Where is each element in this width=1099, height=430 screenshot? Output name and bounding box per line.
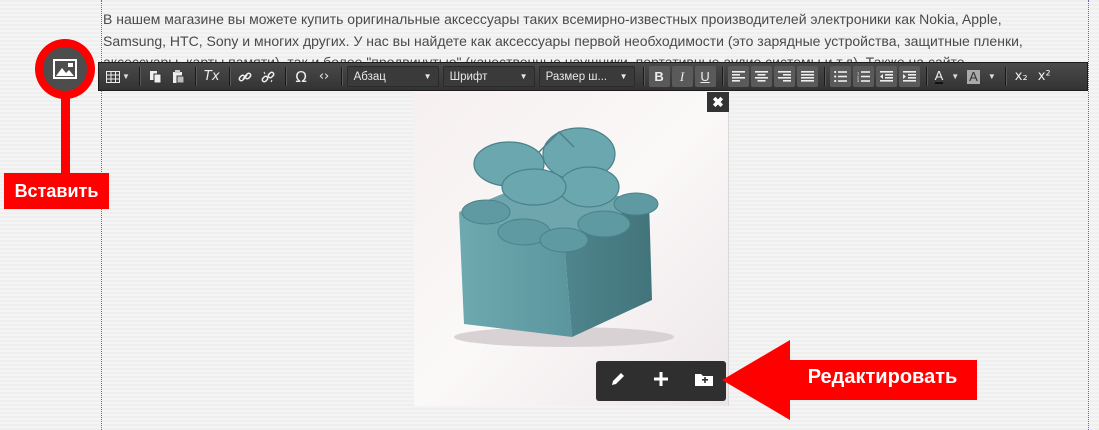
italic-button[interactable]: I (671, 66, 693, 87)
folder-icon (695, 373, 714, 386)
underline-button[interactable]: U (694, 66, 716, 87)
toolbar-divider (340, 67, 343, 86)
image-edit-toolbar (596, 361, 726, 401)
table-button[interactable]: ▼ (103, 66, 133, 87)
paragraph-line: Samsung, HTC, Sony и многих других. У на… (103, 32, 1023, 49)
replace-image-button[interactable] (689, 372, 719, 391)
bold-icon: B (654, 69, 664, 84)
subscript-button[interactable]: x₂ (1011, 66, 1032, 87)
unlink-button[interactable] (258, 66, 279, 87)
text-color-icon: A (934, 68, 944, 84)
bold-button[interactable]: B (648, 66, 670, 87)
toolbar-divider (228, 67, 231, 86)
align-right-icon (777, 71, 791, 82)
align-right-button[interactable] (773, 66, 795, 87)
indent-icon (902, 71, 916, 82)
insert-callout-stem (61, 97, 70, 177)
chevron-down-icon: ▼ (423, 72, 432, 81)
bg-color-button[interactable]: A ▼ (964, 66, 999, 87)
paste-icon (172, 69, 185, 83)
font-select-value: Шрифт (449, 70, 488, 83)
align-justify-icon (800, 71, 814, 82)
italic-icon: I (679, 68, 685, 84)
chevron-down-icon: ▼ (987, 72, 996, 81)
clear-format-icon: Tx (203, 69, 220, 84)
outdent-icon (879, 71, 893, 82)
toolbar-divider (194, 67, 197, 86)
align-left-button[interactable] (727, 66, 749, 87)
insert-image-button[interactable] (43, 47, 87, 91)
add-image-button[interactable] (646, 371, 676, 391)
special-char-button[interactable]: Ω (291, 66, 312, 87)
align-center-button[interactable] (750, 66, 772, 87)
chevron-down-icon: ▼ (951, 72, 960, 81)
numbered-list-icon: 123 (857, 71, 870, 82)
image-icon (53, 59, 77, 79)
size-select-value: Размер ш... (545, 70, 608, 83)
format-select[interactable]: Абзац ▼ (346, 66, 439, 87)
align-center-icon (754, 71, 768, 82)
numbered-list-button[interactable]: 123 (852, 66, 874, 87)
text-color-button[interactable]: A ▼ (932, 66, 963, 87)
chevron-down-icon: ▼ (122, 72, 130, 81)
toolbar-divider (284, 67, 287, 86)
close-icon: ✖ (712, 93, 724, 110)
superscript-button[interactable]: x² (1034, 66, 1055, 87)
editor-toolbar: ▼ Tx Ω ‹› Абзац ▼ Шрифт ▼ Размер ш... ▼ B I… (98, 62, 1088, 91)
copy-icon (149, 70, 162, 83)
pencil-icon (611, 372, 624, 385)
toolbar-divider (642, 67, 645, 86)
size-select[interactable]: Размер ш... ▼ (538, 66, 635, 87)
link-button[interactable] (235, 66, 256, 87)
inserted-image[interactable] (414, 92, 728, 406)
link-icon (238, 72, 252, 81)
toolbar-divider (138, 67, 141, 86)
unlink-icon (261, 71, 275, 82)
format-select-value: Абзац (353, 70, 386, 83)
chevron-down-icon: ▼ (519, 72, 528, 81)
chevron-down-icon: ▼ (619, 72, 628, 81)
bullet-list-icon (833, 71, 847, 82)
toolbar-divider (1004, 67, 1007, 86)
paste-button[interactable] (168, 66, 189, 87)
outdent-button[interactable] (875, 66, 897, 87)
gift-box-photo (454, 127, 674, 347)
edit-callout-label: Редактировать (807, 365, 958, 388)
bg-color-icon: A (967, 68, 980, 84)
underline-icon: U (700, 69, 710, 84)
font-select[interactable]: Шрифт ▼ (442, 66, 535, 87)
toolbar-divider (823, 67, 826, 86)
paragraph-line: В нашем магазине вы можете купить оригин… (103, 11, 1002, 27)
source-button[interactable]: ‹› (314, 66, 335, 87)
omega-icon: Ω (295, 67, 307, 86)
close-image-button[interactable]: ✖ (707, 92, 729, 112)
copy-button[interactable] (145, 66, 166, 87)
clear-format-button[interactable]: Tx (201, 66, 223, 87)
plus-icon (653, 371, 668, 386)
toolbar-divider (721, 67, 724, 86)
insert-callout-label: Вставить (4, 173, 109, 209)
bullet-list-button[interactable] (829, 66, 851, 87)
editor-right-border (1088, 0, 1089, 430)
table-icon (106, 70, 120, 83)
superscript-icon: x² (1037, 69, 1051, 84)
svg-text:3: 3 (857, 78, 860, 82)
subscript-icon: x₂ (1014, 69, 1028, 84)
toolbar-divider (925, 67, 928, 86)
align-left-icon (731, 71, 745, 82)
edit-image-button[interactable] (603, 371, 633, 392)
code-icon: ‹› (318, 69, 330, 84)
indent-button[interactable] (898, 66, 920, 87)
align-justify-button[interactable] (796, 66, 818, 87)
